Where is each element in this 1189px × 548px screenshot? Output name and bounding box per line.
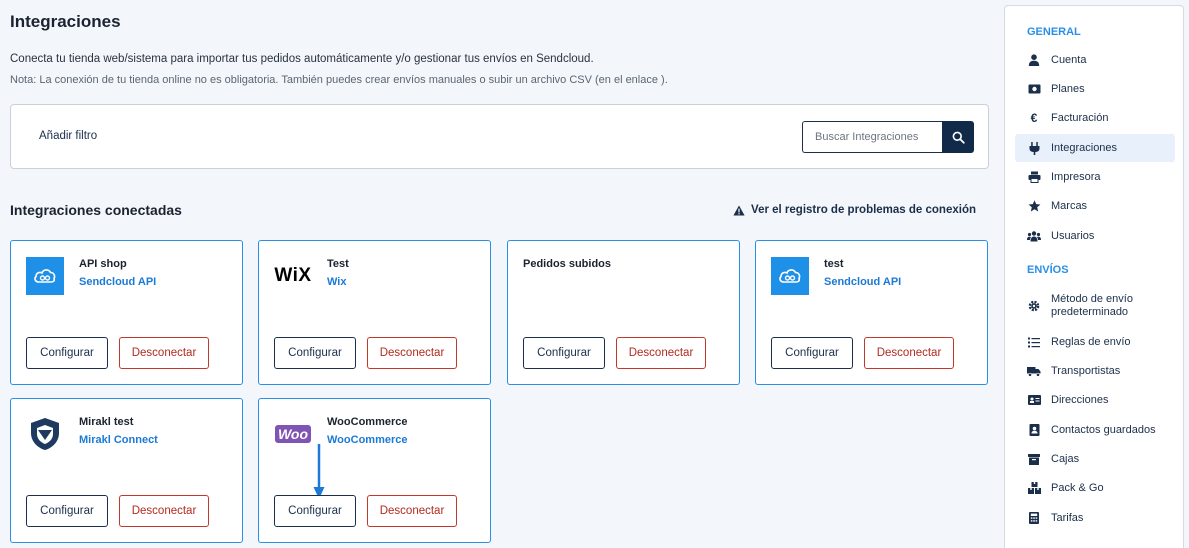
page-note: Nota: La conexión de tu tienda online no… (10, 74, 668, 86)
sidebar-item-default-shipping[interactable]: Método de envío predeterminado (1015, 289, 1175, 323)
connected-section-title: Integraciones conectadas (10, 202, 182, 218)
integration-type: Wix (327, 276, 347, 288)
woocommerce-logo: Woo (274, 415, 312, 453)
printer-icon (1027, 170, 1041, 184)
sidebar-item-facturacion[interactable]: € Facturación (1015, 104, 1175, 132)
connection-log-label: Ver el registro de problemas de conexión (751, 204, 976, 216)
integration-card: Woo WooCommerce WooCommerce Configurar D… (258, 398, 491, 543)
box-icon (1027, 452, 1041, 466)
search-icon (952, 131, 965, 144)
star-icon (1027, 199, 1041, 213)
integration-name: WooCommerce (327, 416, 408, 428)
search-input[interactable] (802, 121, 944, 153)
wix-logo: WiX (274, 257, 312, 295)
configure-button[interactable]: Configurar (274, 495, 356, 527)
arrow-down-icon (313, 444, 325, 499)
gear-icon (1027, 299, 1041, 313)
integration-card: API shop Sendcloud API Configurar Descon… (10, 240, 243, 385)
sidebar-item-pack-and-go[interactable]: Pack & Go (1015, 474, 1175, 502)
rules-icon (1027, 335, 1041, 349)
sidebar-section-shipping: ENVÍOS (1027, 264, 1069, 276)
sidebar-item-integraciones[interactable]: Integraciones (1015, 134, 1175, 162)
sidebar-section-general: GENERAL (1027, 26, 1081, 38)
euro-icon: € (1030, 111, 1038, 125)
integration-name: Pedidos subidos (523, 258, 612, 270)
integration-type: Sendcloud API (79, 276, 157, 288)
disconnect-button[interactable]: Desconectar (119, 337, 209, 369)
wix-logo-text: WiX (274, 265, 312, 286)
mirakl-shield-icon (26, 415, 64, 453)
disconnect-button[interactable]: Desconectar (119, 495, 209, 527)
add-filter-button[interactable]: Añadir filtro (39, 130, 97, 142)
sidebar-item-planes[interactable]: Planes (1015, 75, 1175, 103)
page-title: Integraciones (10, 12, 121, 31)
page-description: Conecta tu tienda web/sistema para impor… (10, 53, 594, 65)
integration-name: API shop (79, 258, 127, 270)
sidebar-item-addresses[interactable]: Direcciones (1015, 386, 1175, 414)
sidebar-item-shipping-rules[interactable]: Reglas de envío (1015, 328, 1175, 356)
sidebar-item-marcas[interactable]: Marcas (1015, 192, 1175, 220)
disconnect-button[interactable]: Desconectar (367, 337, 457, 369)
filter-bar: Añadir filtro (10, 104, 989, 169)
sidebar-item-boxes[interactable]: Cajas (1015, 445, 1175, 473)
sidebar-item-rates[interactable]: Tarifas (1015, 504, 1175, 532)
integration-card: Mirakl test Mirakl Connect Configurar De… (10, 398, 243, 543)
sidebar-item-usuarios[interactable]: Usuarios (1015, 222, 1175, 250)
configure-button[interactable]: Configurar (523, 337, 605, 369)
sendcloud-cloud-icon (26, 257, 64, 295)
disconnect-button[interactable]: Desconectar (616, 337, 706, 369)
money-icon (1027, 82, 1041, 96)
users-icon (1027, 229, 1041, 243)
boxes-icon (1027, 481, 1041, 495)
settings-sidebar: GENERAL Cuenta Planes € Facturación Inte… (1004, 5, 1184, 548)
sidebar-item-cuenta[interactable]: Cuenta (1015, 46, 1175, 74)
integration-name: Test (327, 258, 349, 270)
configure-button[interactable]: Configurar (274, 337, 356, 369)
configure-button[interactable]: Configurar (771, 337, 853, 369)
integration-type: Sendcloud API (824, 276, 902, 288)
integration-type: WooCommerce (327, 434, 408, 446)
main-content: Integraciones Conecta tu tienda web/sist… (10, 0, 990, 548)
woocommerce-logo-text: Woo (277, 426, 309, 442)
warning-icon (733, 205, 745, 215)
address-card-icon (1027, 393, 1041, 407)
integration-card: WiX Test Wix Configurar Desconectar (258, 240, 491, 385)
search-button[interactable] (942, 121, 974, 153)
truck-icon (1027, 364, 1041, 378)
integration-name: test (824, 258, 844, 270)
integration-card: Pedidos subidos Configurar Desconectar (507, 240, 740, 385)
sidebar-item-saved-contacts[interactable]: Contactos guardados (1015, 416, 1175, 444)
contact-book-icon (1027, 423, 1041, 437)
disconnect-button[interactable]: Desconectar (367, 495, 457, 527)
integration-name: Mirakl test (79, 416, 134, 428)
user-icon (1027, 53, 1041, 67)
sidebar-item-impresora[interactable]: Impresora (1015, 163, 1175, 191)
disconnect-button[interactable]: Desconectar (864, 337, 954, 369)
configure-button[interactable]: Configurar (26, 495, 108, 527)
sidebar-item-carriers[interactable]: Transportistas (1015, 357, 1175, 385)
integration-type: Mirakl Connect (79, 434, 158, 446)
sendcloud-cloud-icon (771, 257, 809, 295)
configure-button[interactable]: Configurar (26, 337, 108, 369)
calculator-icon (1027, 511, 1041, 525)
integration-card: test Sendcloud API Configurar Desconecta… (755, 240, 988, 385)
connection-log-link[interactable]: Ver el registro de problemas de conexión (733, 204, 976, 216)
plug-icon (1027, 141, 1041, 155)
